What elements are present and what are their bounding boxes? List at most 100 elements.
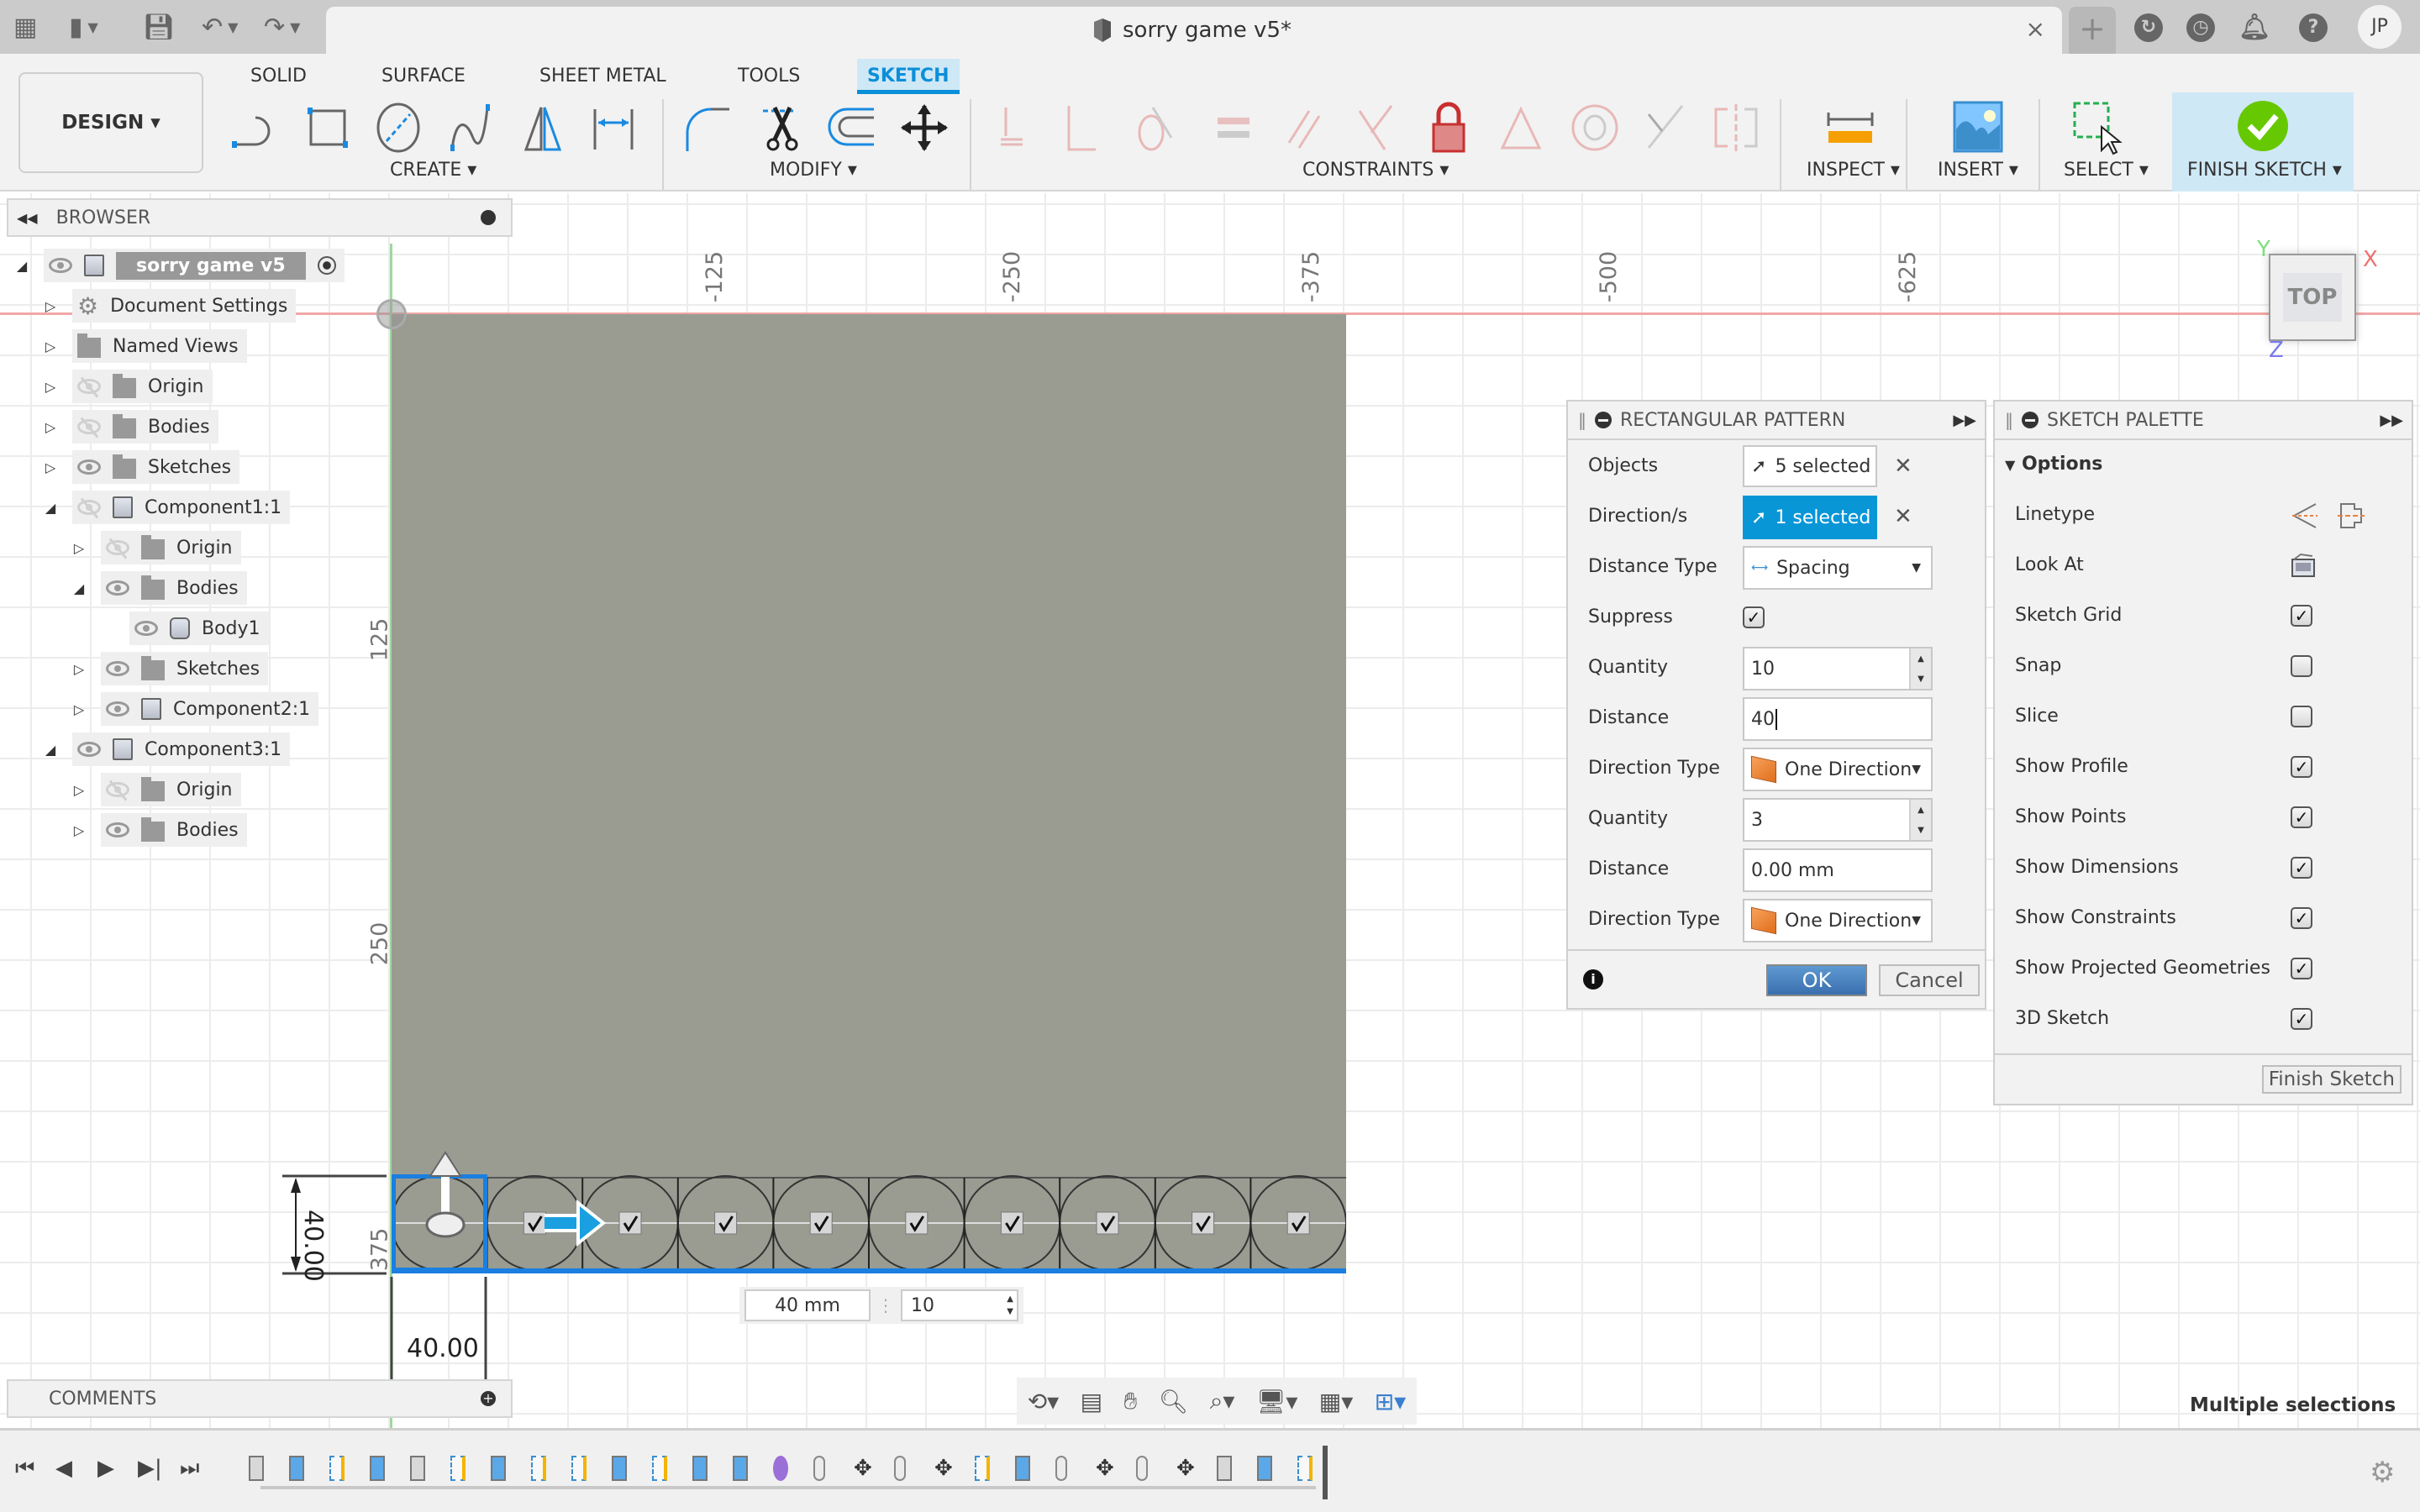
quantity1-input[interactable]: 10 ▲ ▼ bbox=[1743, 647, 1933, 690]
palette-option-checkbox[interactable] bbox=[2291, 655, 2312, 677]
clear-directions-icon[interactable]: ✕ bbox=[1894, 504, 1912, 529]
horizontal-dimension-value[interactable]: 40.00 bbox=[407, 1334, 479, 1363]
expand-icon[interactable]: ▷ bbox=[72, 822, 86, 838]
timeline-move-feature[interactable]: ✥ bbox=[1176, 1456, 1202, 1481]
origin-point[interactable] bbox=[376, 299, 407, 329]
browser-item[interactable]: ▷ Sketches bbox=[74, 652, 269, 685]
suppress-toggle-checkbox[interactable] bbox=[1286, 1211, 1310, 1235]
construction-line-icon[interactable] bbox=[2292, 503, 2317, 528]
ok-button[interactable]: OK bbox=[1766, 964, 1867, 996]
browser-item[interactable]: ◢ Component1:1 bbox=[45, 491, 291, 524]
quantity2-stepper[interactable]: ▲ ▼ bbox=[1909, 800, 1931, 840]
new-tab-button[interactable]: + bbox=[2069, 7, 2116, 54]
timeline-box-feature[interactable] bbox=[249, 1456, 264, 1481]
timeline-rigid-group-feature[interactable] bbox=[1055, 1456, 1067, 1481]
vertical-direction-arrow-icon[interactable] bbox=[420, 1151, 471, 1243]
drag-grip-icon[interactable]: ‖ bbox=[1578, 410, 1586, 430]
tab-tools[interactable]: TOOLS bbox=[728, 59, 810, 94]
suppress-toggle-checkbox[interactable] bbox=[1000, 1211, 1023, 1235]
expand-dialog-icon[interactable]: ▶▶ bbox=[1953, 412, 1976, 429]
expand-icon[interactable]: ▷ bbox=[72, 781, 86, 798]
timeline-rigid-group-feature[interactable] bbox=[1136, 1456, 1148, 1481]
file-menu-button[interactable]: ▮ ▼ bbox=[69, 12, 98, 42]
job-status-icon[interactable]: ◷ bbox=[2186, 13, 2215, 42]
timeline-first-icon[interactable]: ⏮ bbox=[15, 1456, 34, 1482]
constraints-menu[interactable]: CONSTRAINTS ▾ bbox=[1302, 160, 1449, 181]
browser-item[interactable]: ▷ ⚙ Document Settings bbox=[45, 289, 297, 323]
timeline-rigid-group-feature[interactable] bbox=[894, 1456, 906, 1481]
insert-menu[interactable]: INSERT ▾ bbox=[1938, 160, 2018, 181]
timeline-next-icon[interactable]: ▶| bbox=[138, 1456, 162, 1481]
timeline-extrude-feature[interactable] bbox=[612, 1456, 627, 1481]
timeline-settings-icon[interactable]: ⚙ bbox=[2370, 1456, 2395, 1489]
timeline-extrude-feature[interactable] bbox=[491, 1456, 506, 1481]
mirror-tool[interactable] bbox=[513, 97, 573, 158]
browser-item[interactable]: ◢ Bodies bbox=[74, 571, 247, 605]
browser-item[interactable]: Body1 bbox=[129, 612, 269, 645]
browser-item-body[interactable]: Component1:1 bbox=[72, 491, 291, 524]
extensions-icon[interactable]: ↻ bbox=[2134, 13, 2163, 42]
collapse-icon[interactable]: ◢ bbox=[44, 741, 57, 758]
display-settings-icon[interactable]: 🖥︎▾ bbox=[1256, 1388, 1298, 1415]
grid-settings-icon[interactable]: ▦▾ bbox=[1319, 1388, 1354, 1415]
finish-sketch-button[interactable]: Finish Sketch bbox=[2261, 1065, 2402, 1094]
timeline-box-feature[interactable] bbox=[410, 1456, 425, 1481]
browser-item-body[interactable]: Named Views bbox=[72, 329, 247, 363]
timeline-sketch-feature[interactable] bbox=[652, 1456, 667, 1481]
visibility-on-icon[interactable] bbox=[106, 661, 129, 676]
insert-image-tool[interactable] bbox=[1948, 97, 2008, 158]
visibility-off-icon[interactable] bbox=[106, 782, 129, 797]
timeline-move-feature[interactable]: ✥ bbox=[1096, 1456, 1121, 1481]
parallel-constraint-tool[interactable] bbox=[1276, 97, 1336, 158]
sketch-profile-rectangle[interactable] bbox=[392, 314, 1346, 1272]
rectangle-tool[interactable] bbox=[297, 97, 358, 158]
visibility-on-icon[interactable] bbox=[106, 822, 129, 837]
collinear-constraint-tool[interactable] bbox=[1635, 97, 1696, 158]
pattern-spacing-input[interactable]: 40 mm bbox=[744, 1289, 871, 1321]
visibility-on-icon[interactable] bbox=[106, 701, 129, 717]
browser-item-body[interactable]: Bodies bbox=[72, 410, 218, 444]
symmetry-constraint-tool[interactable] bbox=[1706, 97, 1766, 158]
visibility-on-icon[interactable] bbox=[77, 742, 101, 757]
browser-minimize-icon[interactable] bbox=[481, 210, 496, 225]
collapse-icon[interactable]: ◢ bbox=[44, 499, 57, 516]
activate-component-radio[interactable] bbox=[317, 256, 336, 275]
browser-item[interactable]: ▷ Named Views bbox=[45, 329, 247, 363]
browser-item-body[interactable]: Bodies bbox=[101, 813, 247, 847]
vertical-dimension-value[interactable]: 40.00 bbox=[298, 1210, 328, 1282]
lock-constraint-tool[interactable] bbox=[1418, 97, 1479, 158]
zoom-icon[interactable]: 🔍︎ bbox=[1159, 1388, 1189, 1415]
browser-item-body[interactable]: Bodies bbox=[101, 571, 247, 605]
suppress-toggle-checkbox[interactable] bbox=[618, 1211, 642, 1235]
view-cube[interactable]: TOP bbox=[2269, 254, 2356, 341]
perpendicular-constraint-tool[interactable] bbox=[1346, 97, 1407, 158]
direction-type2-dropdown[interactable]: One Direction ▼ bbox=[1743, 899, 1933, 942]
browser-item[interactable]: ◢ sorry game v5 bbox=[17, 249, 345, 282]
expand-icon[interactable]: ▷ bbox=[44, 297, 57, 314]
timeline-sketch-feature[interactable] bbox=[531, 1456, 546, 1481]
suppress-toggle-checkbox[interactable] bbox=[1192, 1211, 1215, 1235]
palette-option-checkbox[interactable]: ✓ bbox=[2291, 756, 2312, 778]
add-comment-icon[interactable]: + bbox=[481, 1391, 496, 1406]
dialog-header[interactable]: ‖ RECTANGULAR PATTERN ▶▶ bbox=[1568, 402, 1985, 440]
dimension-tool[interactable] bbox=[583, 97, 644, 158]
browser-item-body[interactable]: Origin bbox=[72, 370, 213, 403]
timeline-sketch-feature[interactable] bbox=[1297, 1456, 1313, 1481]
distance-type-dropdown[interactable]: ⟷ Spacing ▼ bbox=[1743, 546, 1933, 590]
selected-edge[interactable] bbox=[392, 1268, 1346, 1273]
drag-handle-icon[interactable]: ⋮ bbox=[877, 1295, 894, 1315]
move-copy-tool[interactable] bbox=[894, 97, 955, 158]
tab-solid[interactable]: SOLID bbox=[240, 59, 317, 94]
suppress-toggle-checkbox[interactable] bbox=[714, 1211, 738, 1235]
browser-item[interactable]: ◢ Component3:1 bbox=[45, 732, 291, 766]
tab-sketch[interactable]: SKETCH bbox=[857, 59, 960, 94]
visibility-on-icon[interactable] bbox=[106, 580, 129, 596]
orbit-icon[interactable]: ⟲▾ bbox=[1028, 1388, 1060, 1415]
measure-tool[interactable] bbox=[1820, 97, 1881, 158]
browser-item[interactable]: ▷ Origin bbox=[74, 531, 241, 564]
quantity2-input[interactable]: 3 ▲ ▼ bbox=[1743, 798, 1933, 842]
cancel-button[interactable]: Cancel bbox=[1879, 964, 1980, 996]
line-tool[interactable] bbox=[225, 97, 286, 158]
inspect-menu[interactable]: INSPECT ▾ bbox=[1807, 160, 1900, 181]
collapse-icon[interactable]: ◢ bbox=[72, 580, 86, 596]
